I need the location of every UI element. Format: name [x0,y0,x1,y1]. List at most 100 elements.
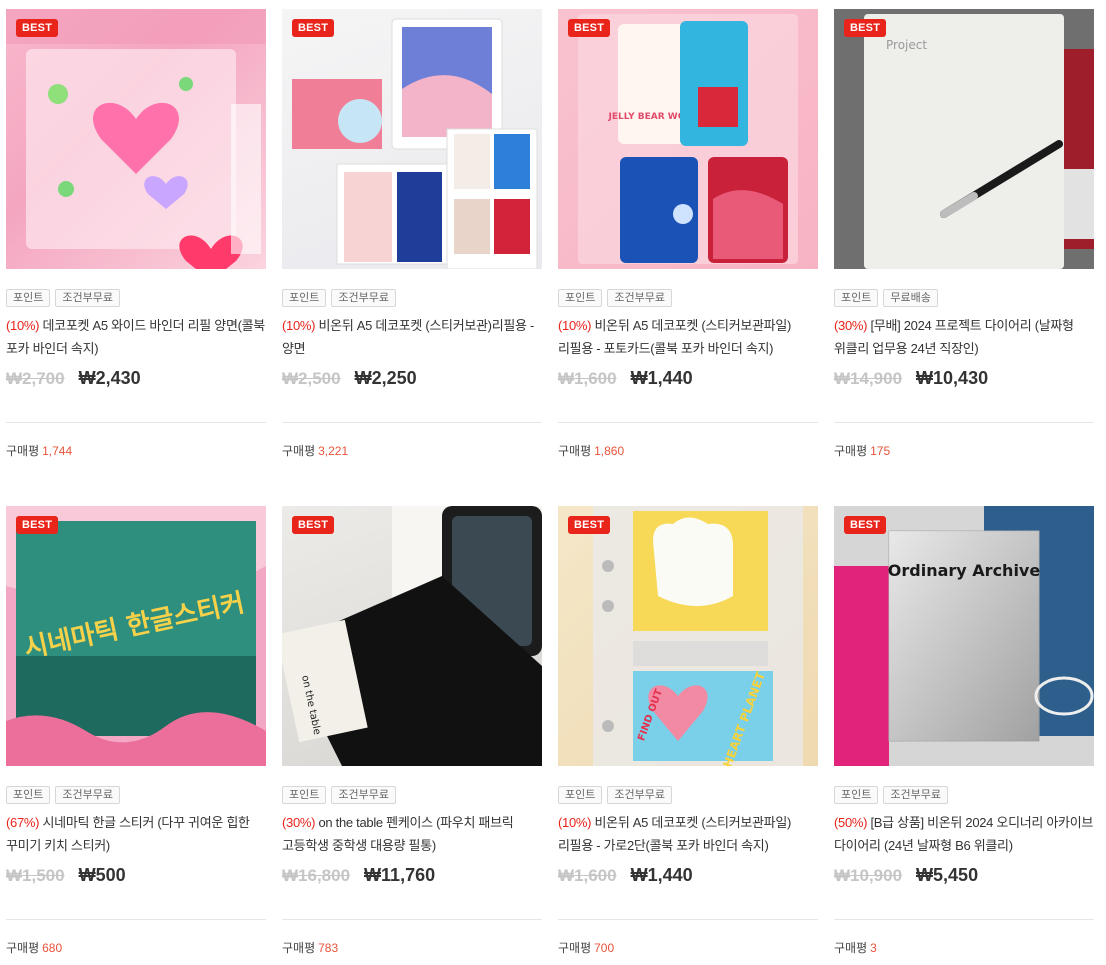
divider [558,422,818,423]
price-row: ₩10,900 ₩5,450 [834,865,1094,889]
product-title[interactable]: (10%) 비온뒤 A5 데코포켓 (스티커보관파일)리필용 - 가로2단(콜북… [558,811,818,857]
review-info: 구매평 3,221 [282,442,542,459]
sale-price: ₩2,430 [78,368,141,388]
tag-shipping: 조건부무료 [883,786,948,804]
product-name[interactable]: 비온뒤 A5 데코포켓 (스티커보관파일) 리필용 - 포토카드(콜북 포카 바… [558,318,791,356]
product-name[interactable]: 데코포켓 A5 와이드 바인더 리필 양면(콜북 포카 바인더 속지) [6,318,265,356]
product-image[interactable]: BEST [282,9,542,269]
divider [6,422,266,423]
product-name[interactable]: 비온뒤 A5 데코포켓 (스티커보관)리필용 - 양면 [282,318,534,356]
product-name[interactable]: [무배] 2024 프로젝트 다이어리 (날짜형 위클리 업무용 24년 직장인… [834,318,1074,356]
product-name[interactable]: on the table 펜케이스 (파우치 패브릭 고등학생 중학생 대용량 … [282,815,514,853]
review-info: 구매평 175 [834,442,1094,459]
tag-point: 포인트 [6,289,51,307]
review-info: 구매평 783 [282,939,542,956]
product-card[interactable]: 시네마틱 한글스티커 BEST 포인트 조건부무료 (67%) 시네마틱 한글 … [6,506,266,956]
product-title[interactable]: (50%) [B급 상품] 비온뒤 2024 오디너리 아카이브 다이어리 (2… [834,811,1094,857]
review-count: 1,744 [42,444,73,458]
product-image[interactable]: BEST [6,9,266,269]
review-info: 구매평 1,860 [558,442,818,459]
review-label: 구매평 [834,444,868,458]
product-title[interactable]: (10%) 비온뒤 A5 데코포켓 (스티커보관파일) 리필용 - 포토카드(콜… [558,314,818,360]
product-name[interactable]: 비온뒤 A5 데코포켓 (스티커보관파일)리필용 - 가로2단(콜북 포카 바인… [558,815,791,853]
product-card[interactable]: BEST 포인트 조건부무료 (10%) 데코포켓 A5 와이드 바인더 리필 … [6,9,266,459]
product-photo: HEART PLANET FIND OUT [558,506,818,766]
tag-list: 포인트 조건부무료 [282,289,542,307]
tag-point: 포인트 [6,786,51,804]
tag-shipping: 조건부무료 [331,289,396,307]
review-count: 1,860 [594,444,625,458]
tag-shipping: 조건부무료 [607,786,672,804]
best-badge: BEST [844,19,887,37]
review-info: 구매평 1,744 [6,442,266,459]
tag-point: 포인트 [558,786,603,804]
product-card[interactable]: HEART PLANET FIND OUT BEST 포인트 조건부무료 (10… [558,506,818,956]
review-count: 3,221 [318,444,349,458]
review-count: 680 [42,941,63,955]
product-image[interactable]: Project BEST [834,9,1094,269]
discount-rate: (10%) [558,318,592,333]
price-row: ₩16,800 ₩11,760 [282,865,542,889]
review-label: 구매평 [6,444,40,458]
tag-shipping: 조건부무료 [607,289,672,307]
tag-list: 포인트 조건부무료 [6,289,266,307]
original-price: ₩1,600 [558,369,617,388]
cover-text: Ordinary Archive [888,561,1041,580]
tag-list: 포인트 조건부무료 [558,786,818,804]
review-label: 구매평 [6,941,40,955]
product-card[interactable]: BEST 포인트 조건부무료 (10%) 비온뒤 A5 데코포켓 (스티커보관)… [282,9,542,459]
tag-list: 포인트 무료배송 [834,289,1094,307]
best-badge: BEST [292,516,335,534]
review-count: 700 [594,941,615,955]
divider [834,422,1094,423]
price-row: ₩14,900 ₩10,430 [834,368,1094,392]
best-badge: BEST [568,19,611,37]
original-price: ₩2,700 [6,369,65,388]
product-title[interactable]: (30%) on the table 펜케이스 (파우치 패브릭 고등학생 중학… [282,811,542,857]
price-row: ₩2,700 ₩2,430 [6,368,266,392]
product-image[interactable]: Ordinary Archive BEST [834,506,1094,766]
product-photo: on the table [282,506,542,766]
product-image[interactable]: on the table BEST [282,506,542,766]
sale-price: ₩5,450 [916,865,979,885]
discount-rate: (30%) [282,815,316,830]
original-price: ₩1,600 [558,866,617,885]
original-price: ₩10,900 [834,866,903,885]
review-label: 구매평 [834,941,868,955]
tag-list: 포인트 조건부무료 [834,786,1094,804]
product-title[interactable]: (30%) [무배] 2024 프로젝트 다이어리 (날짜형 위클리 업무용 2… [834,314,1094,360]
discount-rate: (50%) [834,815,868,830]
review-info: 구매평 680 [6,939,266,956]
tag-point: 포인트 [282,289,327,307]
product-title[interactable]: (67%) 시네마틱 한글 스티커 (다꾸 귀여운 힙한 꾸미기 키치 스티커) [6,811,266,857]
original-price: ₩1,500 [6,866,65,885]
review-count: 175 [870,444,891,458]
sale-price: ₩10,430 [916,368,989,388]
best-badge: BEST [568,516,611,534]
discount-rate: (10%) [558,815,592,830]
discount-rate: (10%) [282,318,316,333]
sale-price: ₩1,440 [630,865,693,885]
product-card[interactable]: Project BEST 포인트 무료배송 (30%) [무배] 2024 프로… [834,9,1094,459]
review-info: 구매평 3 [834,939,1094,956]
tag-point: 포인트 [558,289,603,307]
product-card[interactable]: on the table BEST 포인트 조건부무료 (30%) on the… [282,506,542,956]
sale-price: ₩2,250 [354,368,417,388]
product-name[interactable]: 시네마틱 한글 스티커 (다꾸 귀여운 힙한 꾸미기 키치 스티커) [6,815,250,853]
review-label: 구매평 [558,444,592,458]
product-title[interactable]: (10%) 데코포켓 A5 와이드 바인더 리필 양면(콜북 포카 바인더 속지… [6,314,266,360]
tag-list: 포인트 조건부무료 [558,289,818,307]
price-row: ₩1,600 ₩1,440 [558,368,818,392]
sale-price: ₩1,440 [630,368,693,388]
price-row: ₩1,600 ₩1,440 [558,865,818,889]
product-image[interactable]: 시네마틱 한글스티커 BEST [6,506,266,766]
divider [282,919,542,920]
product-name[interactable]: [B급 상품] 비온뒤 2024 오디너리 아카이브 다이어리 (24년 날짜형… [834,815,1093,853]
product-image[interactable]: HEART PLANET FIND OUT BEST [558,506,818,766]
product-title[interactable]: (10%) 비온뒤 A5 데코포켓 (스티커보관)리필용 - 양면 [282,314,542,360]
product-image[interactable]: JELLY BEAR WORLD BEST [558,9,818,269]
divider [282,422,542,423]
tag-point: 포인트 [834,289,879,307]
product-card[interactable]: JELLY BEAR WORLD BEST 포인트 조건부무료 (10%) 비온… [558,9,818,459]
product-card[interactable]: Ordinary Archive BEST 포인트 조건부무료 (50%) [B… [834,506,1094,956]
